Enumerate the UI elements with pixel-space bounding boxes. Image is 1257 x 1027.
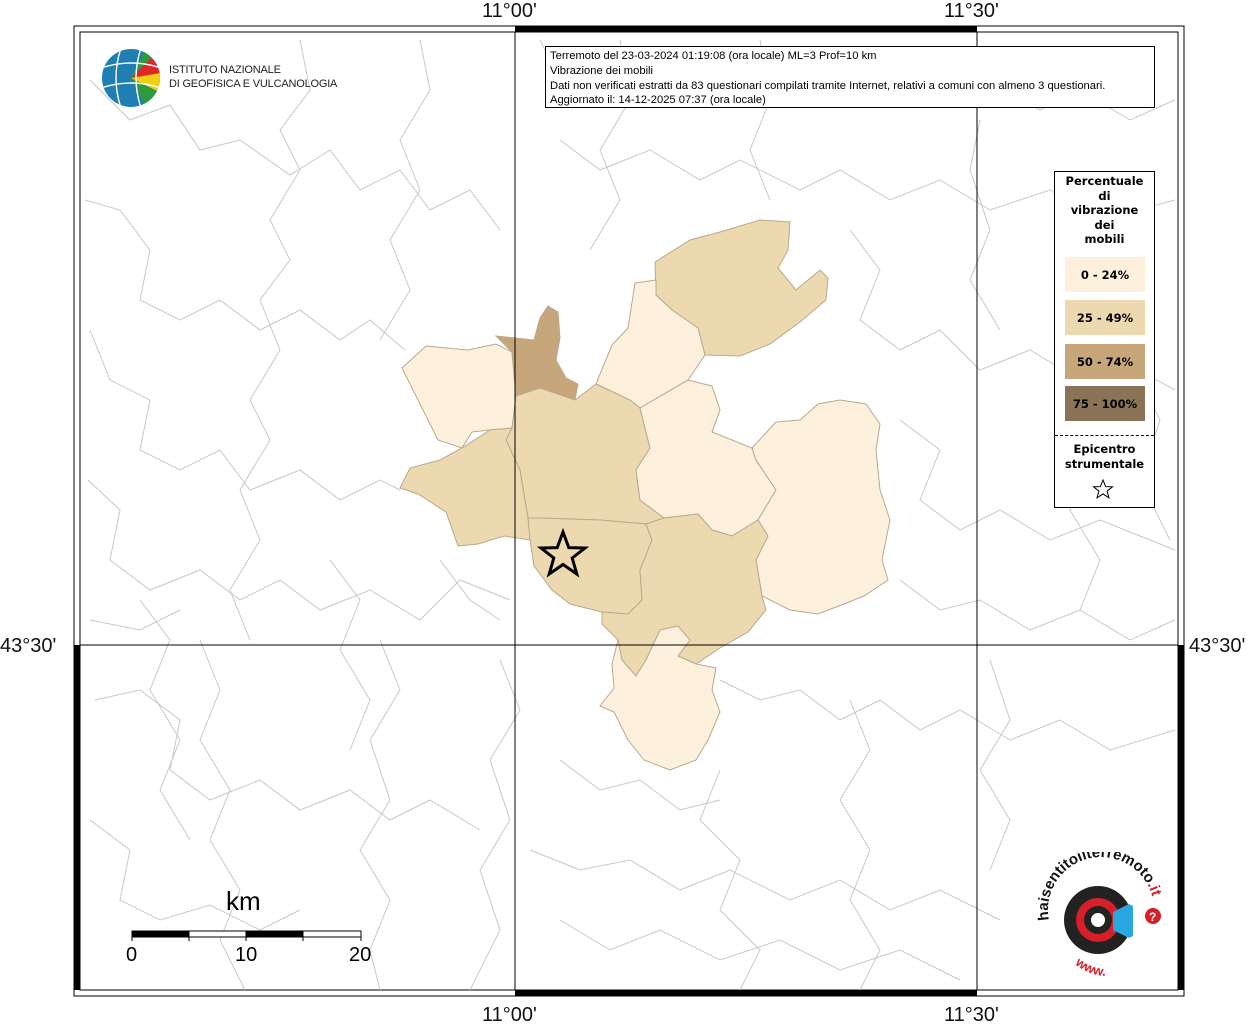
ingv-name: ISTITUTO NAZIONALE DI GEOFISICA E VULCAN… — [169, 64, 338, 90]
scale-unit: km — [226, 886, 261, 916]
scale-tick-20: 20 — [349, 944, 372, 966]
haisentito-logo: haisentitoilterremoto.it www. ? — [1035, 844, 1170, 986]
legend-class-2: 50 - 74% — [1065, 344, 1145, 379]
lon-label-top-right: 11°30' — [944, 0, 999, 22]
svg-text:?: ? — [1149, 910, 1156, 924]
legend-class-3: 75 - 100% — [1065, 386, 1145, 421]
lat-label-right: 43°30' — [1189, 635, 1246, 657]
legend-epicenter-label: Epicentro strumentale — [1064, 442, 1145, 471]
data-note: Dati non verificati estratti da 83 quest… — [550, 79, 1106, 92]
svg-text:www.: www. — [1072, 954, 1106, 979]
legend-class-0: 0 - 24% — [1065, 257, 1145, 292]
lon-label-top-left: 11°00' — [482, 0, 537, 22]
legend: Percentuale di vibrazione dei mobili 0 -… — [1054, 171, 1155, 508]
update-time: Aggiornato il: 14-12-2025 07:37 (ora loc… — [550, 94, 766, 107]
legend-title: Percentuale di vibrazione dei mobili — [1065, 174, 1144, 246]
map-parameter: Vibrazione dei mobili — [550, 64, 654, 77]
legend-divider — [1055, 435, 1154, 436]
legend-class-1: 25 - 49% — [1065, 300, 1145, 335]
scale-tick-10: 10 — [235, 944, 258, 966]
ingv-globe-icon — [101, 48, 161, 112]
lat-label-left: 43°30' — [0, 635, 57, 657]
scale-tick-0: 0 — [126, 944, 138, 966]
legend-star-icon — [1092, 478, 1114, 499]
event-title: Terremoto del 23-03-2024 01:19:08 (ora l… — [550, 50, 877, 62]
event-info-box: Terremoto del 23-03-2024 01:19:08 (ora l… — [545, 46, 1155, 108]
